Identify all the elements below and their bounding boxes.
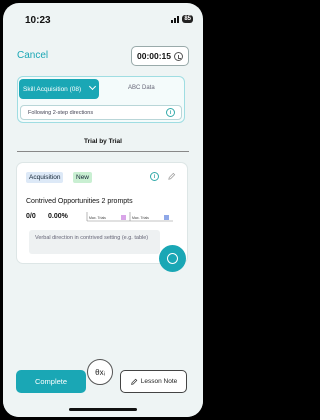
skill-dropdown[interactable]: Skill Acquisition (08) xyxy=(19,79,99,99)
abc-data-tab[interactable]: ABC Data xyxy=(128,85,155,91)
trial-progress-graphic: Max. Trials Max. Trials xyxy=(86,212,173,222)
directions-text: Following 2-step directions xyxy=(28,109,94,116)
timer-value: 00:00:15 xyxy=(136,51,172,61)
tab-trial-by-trial[interactable]: Trial by Trial xyxy=(3,138,203,145)
target-card: Acquisition New i Contrived Opportunitie… xyxy=(17,163,187,263)
directions-field[interactable]: Following 2-step directions i xyxy=(20,105,182,120)
target-note: Verbal direction in contrived setting (e… xyxy=(29,230,160,254)
skill-panel: Skill Acquisition (08) ABC Data Followin… xyxy=(17,76,185,123)
top-bar: Cancel 00:00:15 xyxy=(3,43,203,73)
lesson-note-label: Lesson Note xyxy=(140,378,178,385)
edit-icon[interactable] xyxy=(167,172,176,181)
status-bar: 10:23 85 xyxy=(3,3,203,29)
status-time: 10:23 xyxy=(25,15,51,26)
footer-bar: Complete θxᵢ Lesson Note xyxy=(3,358,203,417)
session-timer[interactable]: 00:00:15 xyxy=(131,46,189,66)
acquisition-badge: Acquisition xyxy=(26,172,64,183)
record-trial-button[interactable] xyxy=(159,245,186,272)
chevron-down-icon xyxy=(88,82,97,91)
trial-count: 0/0 xyxy=(26,213,36,220)
lesson-note-button[interactable]: Lesson Note xyxy=(120,370,187,393)
skill-dropdown-label: Skill Acquisition (08) xyxy=(23,85,82,93)
home-indicator xyxy=(69,408,137,411)
complete-button[interactable]: Complete xyxy=(16,370,86,393)
target-note-text: Verbal direction in contrived setting (e… xyxy=(35,235,149,241)
formula-button[interactable]: θxᵢ xyxy=(87,359,113,385)
target-name: Contrived Opportunities 2 prompts xyxy=(26,198,133,205)
status-icons: 85 xyxy=(171,15,193,23)
new-badge: New xyxy=(73,172,93,183)
skill-row: Skill Acquisition (08) ABC Data xyxy=(18,77,186,101)
pencil-icon xyxy=(130,378,138,385)
battery-icon: 85 xyxy=(182,15,193,23)
card-info-icon[interactable]: i xyxy=(150,172,159,181)
info-icon[interactable]: i xyxy=(166,108,175,117)
legend-max-trials-1: Max. Trials xyxy=(89,216,106,220)
phone-screen: 10:23 85 Cancel 00:00:15 Skill Acquisiti… xyxy=(3,3,203,417)
cancel-button[interactable]: Cancel xyxy=(17,50,48,61)
wifi-icon xyxy=(171,15,180,23)
circle-icon xyxy=(167,253,178,264)
trial-percent: 0.00% xyxy=(48,213,68,220)
tab-underline xyxy=(17,151,189,152)
legend-max-trials-2: Max. Trials xyxy=(132,216,149,220)
clock-icon xyxy=(174,51,184,61)
